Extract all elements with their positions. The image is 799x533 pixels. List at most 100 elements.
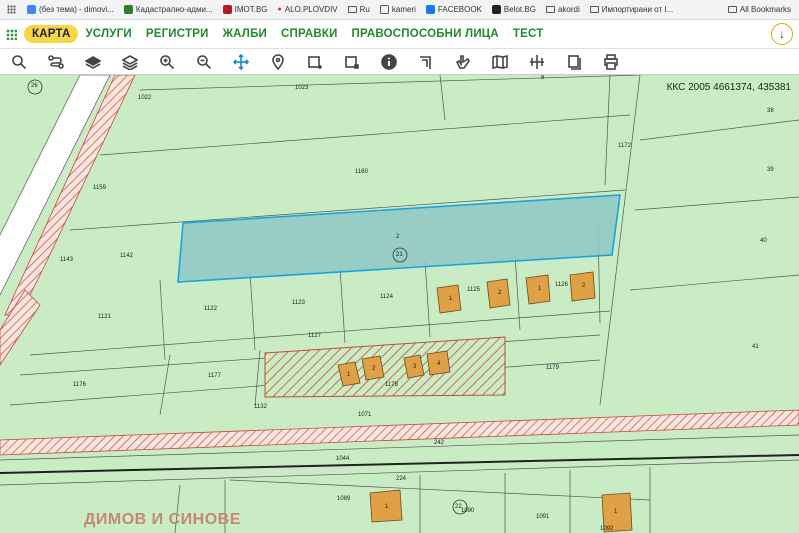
parcel-label: 1159 xyxy=(93,185,106,191)
hatched-zone xyxy=(264,336,506,398)
bookmark-item[interactable]: kameri xyxy=(375,0,421,19)
map-toolbar xyxy=(0,49,799,75)
book-tool[interactable] xyxy=(481,49,518,75)
bookmark-item[interactable]: (без тема) - dimovi... xyxy=(22,0,119,19)
layers-icon xyxy=(84,55,101,69)
bookmark-item[interactable]: IMOT.BG xyxy=(218,0,273,19)
folder-icon xyxy=(347,6,357,13)
alo-icon: ● xyxy=(277,6,282,13)
parcel-label: 1022 xyxy=(138,95,152,101)
pan-arrows-icon xyxy=(232,53,249,70)
print-tool[interactable] xyxy=(592,49,629,75)
location-pin-icon xyxy=(271,53,284,70)
download-button[interactable]: ↓ xyxy=(771,23,793,45)
bookmark-folder[interactable]: Импортирани от I... xyxy=(585,0,679,19)
coordinates-readout: ККС 2005 4661374, 435381 xyxy=(666,82,791,93)
download-icon: ↓ xyxy=(779,27,785,41)
main-menu: КАРТА УСЛУГИ РЕГИСТРИ ЖАЛБИ СПРАВКИ ПРАВ… xyxy=(0,20,799,49)
road-strip-left xyxy=(0,289,41,366)
bookmark-item[interactable]: FACEBOOK xyxy=(421,0,487,19)
parcel-label: 1125 xyxy=(467,287,480,293)
menu-item-registri[interactable]: РЕГИСТРИ xyxy=(139,28,216,40)
facebook-icon xyxy=(425,5,435,14)
apps-button[interactable] xyxy=(0,0,22,19)
menu-item-test[interactable]: ТЕСТ xyxy=(506,28,551,40)
parcel-label: 242 xyxy=(434,440,445,446)
parcel-label: 1127 xyxy=(308,333,321,339)
building-number: 2 xyxy=(372,366,376,372)
parcel-label: 1177 xyxy=(208,373,221,379)
zoom-in-icon xyxy=(159,54,174,69)
bookmark-folder[interactable]: akordi xyxy=(541,0,585,19)
pages-icon xyxy=(567,54,581,70)
cadastral-map[interactable]: ККС 2005 4661374, 435381 1022 1023 1160 … xyxy=(0,75,799,533)
folder-icon xyxy=(727,6,737,13)
zoom-in-tool[interactable] xyxy=(148,49,185,75)
hand-tool[interactable] xyxy=(444,49,481,75)
road-1071 xyxy=(0,409,799,456)
stack-icon xyxy=(121,54,138,70)
bookmark-item[interactable]: ● ALO.PLOVDIV xyxy=(273,0,343,19)
parcel-label: 1124 xyxy=(380,294,393,300)
bookmark-folder[interactable]: Ru xyxy=(343,0,375,19)
building-number: 1 xyxy=(449,296,453,302)
parcel-label: 1044 xyxy=(336,456,350,462)
draw-rect-tool[interactable] xyxy=(296,49,333,75)
building-number: 1 xyxy=(614,509,618,515)
map-canvas[interactable] xyxy=(0,75,799,533)
search-tool[interactable] xyxy=(0,49,37,75)
pages-tool[interactable] xyxy=(555,49,592,75)
bookmark-item[interactable]: Кадастрално-адми... xyxy=(119,0,218,19)
crosshair-icon xyxy=(529,54,544,69)
building-number: 3 xyxy=(413,364,417,370)
parcel-label: 224 xyxy=(396,476,407,482)
parcel-label: 1071 xyxy=(358,412,372,418)
menu-item-zhalbi[interactable]: ЖАЛБИ xyxy=(216,28,274,40)
location-tool[interactable] xyxy=(259,49,296,75)
building-number: 1 xyxy=(538,286,542,292)
building-number: 2 xyxy=(582,283,586,289)
info-icon xyxy=(380,53,397,70)
edit-rect-icon xyxy=(344,55,359,69)
parcel-label: 1090 xyxy=(461,508,475,514)
zoom-out-tool[interactable] xyxy=(185,49,222,75)
menu-item-karta[interactable]: КАРТА xyxy=(24,25,79,43)
parcel-label: 26 xyxy=(31,83,38,89)
building-number: 4 xyxy=(437,361,441,367)
draw-rect-icon xyxy=(307,55,322,69)
all-bookmarks[interactable]: All Bookmarks xyxy=(723,0,799,19)
parcel-label: 1160 xyxy=(355,169,368,175)
menu-item-spravki[interactable]: СПРАВКИ xyxy=(274,28,345,40)
layers-tool[interactable] xyxy=(74,49,111,75)
corner-tool[interactable] xyxy=(407,49,444,75)
menu-grid-icon[interactable] xyxy=(0,20,22,49)
parcel-label: 41 xyxy=(752,344,759,350)
imot-icon xyxy=(222,5,232,14)
crosshair-tool[interactable] xyxy=(518,49,555,75)
road-left xyxy=(0,75,111,296)
folder-icon xyxy=(545,6,555,13)
route-tool[interactable] xyxy=(37,49,74,75)
search-icon xyxy=(11,54,26,69)
route-icon xyxy=(47,54,64,69)
corner-icon xyxy=(419,55,431,69)
menu-item-pravosposobni[interactable]: ПРАВОСПОСОБНИ ЛИЦА xyxy=(345,28,506,40)
bookmark-item[interactable]: Belot.BG xyxy=(487,0,541,19)
pan-tool[interactable] xyxy=(222,49,259,75)
company-label: ДИМОВ И СИНОВЕ xyxy=(84,511,241,528)
belot-icon xyxy=(491,5,501,14)
parcel-label: 1143 xyxy=(60,257,73,263)
info-tool[interactable] xyxy=(370,49,407,75)
google-icon xyxy=(27,5,36,14)
parcel-label: 1179 xyxy=(546,365,559,371)
edit-rect-tool[interactable] xyxy=(333,49,370,75)
parcel-label: 2 xyxy=(396,234,400,240)
stack-tool[interactable] xyxy=(111,49,148,75)
parcel-label: 40 xyxy=(760,238,767,244)
parcel-label: 1122 xyxy=(204,306,217,312)
parcel-label: 8 xyxy=(541,75,545,81)
parcel-label: 1172 xyxy=(618,143,631,149)
parcel-label: 1123 xyxy=(292,300,305,306)
menu-item-uslugi[interactable]: УСЛУГИ xyxy=(78,28,138,40)
parcel-label: 39 xyxy=(767,167,774,173)
